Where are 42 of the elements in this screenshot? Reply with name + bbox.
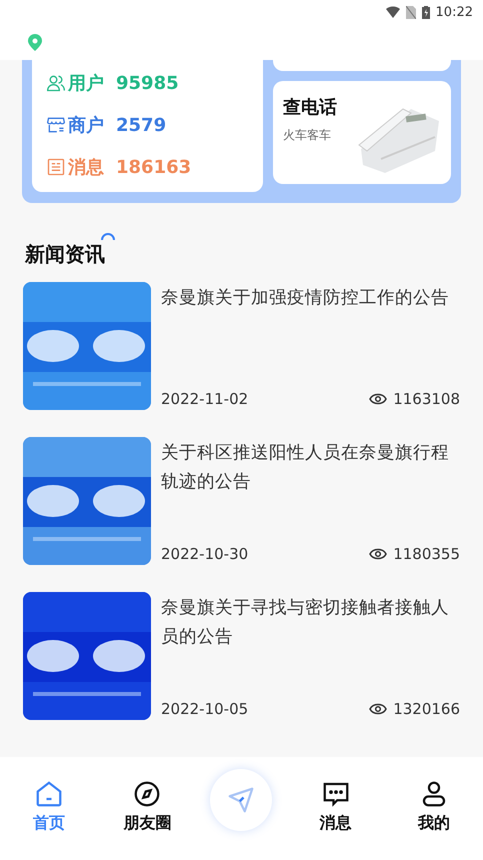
view-count: 1320166 bbox=[393, 700, 460, 718]
eye-icon bbox=[369, 393, 388, 405]
home-icon bbox=[34, 779, 64, 809]
shop-icon bbox=[46, 115, 66, 135]
view-count: 1163108 bbox=[393, 390, 460, 408]
eye-icon bbox=[369, 703, 388, 715]
section-title: 新闻资讯 bbox=[25, 241, 105, 268]
stat-value: 2579 bbox=[116, 114, 166, 136]
location-pin-icon[interactable] bbox=[28, 34, 42, 50]
news-date: 2022-10-30 bbox=[161, 545, 248, 563]
nav-tab[interactable]: 首页 bbox=[14, 779, 84, 834]
nav-tab[interactable]: 我的 bbox=[398, 779, 469, 834]
news-item[interactable]: 奈曼旗关于寻找与密切接触者接触人员的公告 2022-10-05 1320166 bbox=[23, 592, 460, 720]
news-date: 2022-11-02 bbox=[161, 390, 248, 408]
news-title: 奈曼旗关于寻找与密切接触者接触人员的公告 bbox=[161, 597, 450, 649]
news-title: 奈曼旗关于加强疫情防控工作的公告 bbox=[161, 287, 450, 310]
compass-icon bbox=[132, 779, 162, 809]
stat-value: 186163 bbox=[116, 156, 192, 178]
news-date: 2022-10-05 bbox=[161, 700, 248, 718]
stat-label: 消息 bbox=[68, 156, 104, 179]
loading-spinner-icon bbox=[101, 233, 115, 241]
no-sim-icon bbox=[406, 6, 416, 18]
paper-plane-icon bbox=[226, 785, 256, 815]
stat-label: 用户 bbox=[68, 72, 104, 95]
document-icon bbox=[46, 157, 66, 177]
stat-label: 商户 bbox=[68, 114, 104, 137]
nav-tab[interactable]: 朋友圈 bbox=[112, 779, 182, 834]
news-item[interactable]: 奈曼旗关于加强疫情防控工作的公告 2022-11-02 1163108 bbox=[23, 282, 460, 410]
news-item[interactable]: 关于科区推送阳性人员在奈曼旗行程轨迹的公告 2022-10-30 1180355 bbox=[23, 437, 460, 565]
clock-time: 10:22 bbox=[436, 4, 473, 20]
service-card[interactable] bbox=[273, 60, 451, 71]
card-subtitle: 火车客车 bbox=[283, 127, 332, 144]
eye-icon bbox=[369, 548, 388, 560]
phone-card[interactable]: 查电话 火车客车 bbox=[273, 81, 451, 184]
users-icon bbox=[46, 73, 66, 93]
battery-icon bbox=[422, 6, 430, 18]
nav-tab[interactable]: 消息 bbox=[300, 779, 371, 834]
card-title: 查电话 bbox=[283, 96, 337, 119]
wifi-icon bbox=[386, 6, 400, 18]
news-title: 关于科区推送阳性人员在奈曼旗行程轨迹的公告 bbox=[161, 442, 450, 494]
view-count: 1180355 bbox=[393, 545, 460, 563]
stat-value: 95985 bbox=[116, 72, 179, 94]
